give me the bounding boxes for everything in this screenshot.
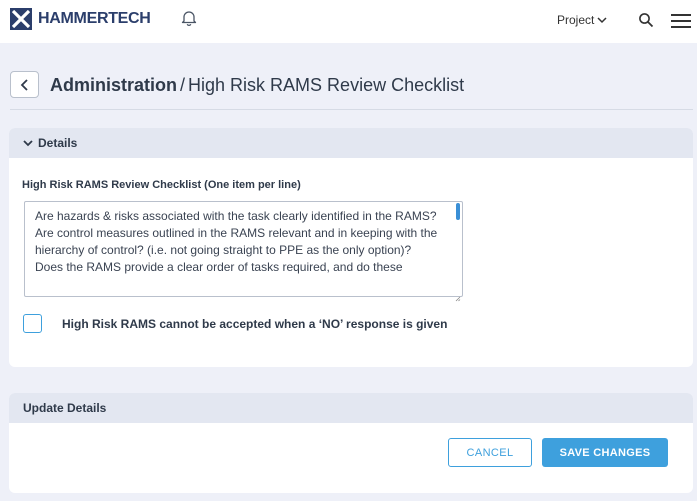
breadcrumb-separator: / <box>180 75 186 95</box>
title-divider <box>10 109 693 110</box>
top-bar: HAMMERTECH Project <box>0 0 697 43</box>
breadcrumb-administration[interactable]: Administration <box>50 75 177 95</box>
hammertech-logo[interactable]: HAMMERTECH <box>10 8 151 30</box>
details-section-header[interactable]: Details <box>9 128 693 158</box>
cancel-button[interactable]: CANCEL <box>448 438 532 467</box>
update-section-header: Update Details <box>9 393 693 423</box>
logo-icon <box>10 8 32 30</box>
menu-icon[interactable] <box>670 12 692 35</box>
chevron-down-icon <box>23 140 33 147</box>
update-card: Update Details CANCEL SAVE CHANGES <box>9 393 693 493</box>
reject-on-no-checkbox[interactable] <box>23 314 42 333</box>
checklist-textarea[interactable]: Are hazards & risks associated with the … <box>24 201 463 297</box>
details-card: Details High Risk RAMS Review Checklist … <box>9 128 693 367</box>
textarea-scrollbar[interactable] <box>456 203 460 220</box>
chevron-down-icon <box>597 17 607 24</box>
breadcrumb-current: High Risk RAMS Review Checklist <box>188 75 465 95</box>
details-section-title: Details <box>38 136 78 150</box>
chevron-left-icon <box>20 78 28 91</box>
update-section-title: Update Details <box>23 401 107 415</box>
checklist-field-label: High Risk RAMS Review Checklist (One ite… <box>22 179 301 191</box>
save-changes-button[interactable]: SAVE CHANGES <box>542 438 668 467</box>
resize-handle-icon[interactable] <box>455 289 461 307</box>
page-title: Administration / High Risk RAMS Review Che… <box>50 75 464 96</box>
project-label: Project <box>557 13 595 27</box>
reject-on-no-label: High Risk RAMS cannot be accepted when a… <box>62 317 448 331</box>
search-icon[interactable] <box>638 12 654 33</box>
notifications-bell-icon[interactable] <box>180 9 198 32</box>
back-button[interactable] <box>10 71 39 98</box>
project-dropdown[interactable]: Project <box>557 13 607 27</box>
brand-name: HAMMERTECH <box>38 10 151 27</box>
